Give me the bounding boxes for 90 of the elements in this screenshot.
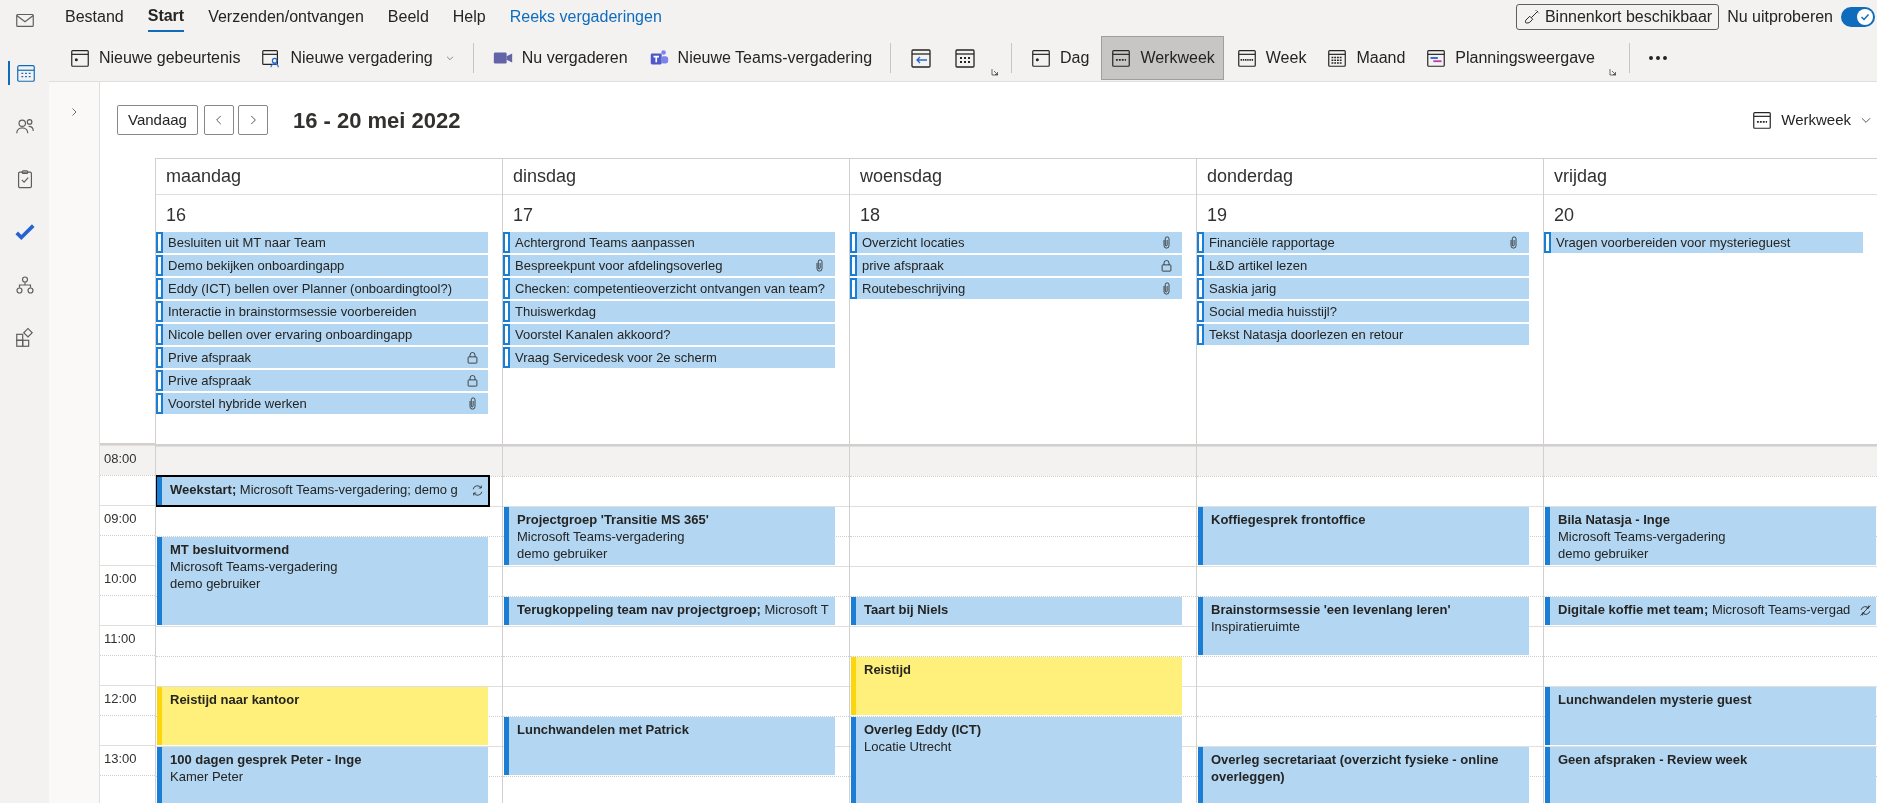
day-number: 16 bbox=[165, 204, 188, 227]
checkmark-icon bbox=[1859, 11, 1871, 23]
all-day-event[interactable]: Nicole bellen over ervaring onboardingapp bbox=[156, 324, 488, 345]
view-button[interactable]: Dag bbox=[1022, 35, 1098, 80]
ribbon-button[interactable]: Nieuwe gebeurtenis bbox=[61, 35, 249, 80]
ribbon-button[interactable]: Nieuwe vergadering bbox=[252, 35, 463, 80]
ribbon-button[interactable]: Nieuwe Teams-vergadering bbox=[639, 35, 881, 80]
day-name: dinsdag bbox=[503, 159, 849, 195]
all-day-event[interactable]: Interactie in brainstormsessie voorbereiden bbox=[156, 301, 488, 322]
all-day-event[interactable]: Prive afspraak bbox=[156, 370, 488, 391]
calendar-event[interactable]: Terugkoppeling team nav projectgroep; Microsoft T bbox=[504, 597, 835, 625]
calendar-event[interactable]: Geen afspraken - Review week bbox=[1545, 747, 1876, 803]
all-day-event[interactable]: Thuiswerkdag bbox=[503, 301, 835, 322]
toggle-label: Nu uitproberen bbox=[1727, 7, 1833, 27]
calendar-icon bbox=[14, 62, 37, 84]
all-day-event[interactable]: Checken: competentieoverzicht ontvangen van team? bbox=[503, 278, 835, 299]
all-day-event[interactable]: Financiële rapportage bbox=[1197, 232, 1529, 253]
menu-tab[interactable]: Start bbox=[147, 2, 185, 32]
menu-tab[interactable]: Beeld bbox=[387, 2, 429, 32]
time-label: 11:00 bbox=[104, 630, 136, 648]
calendar-event[interactable]: Weekstart; Microsoft Teams-vergadering; demo g bbox=[157, 477, 488, 505]
all-day-event[interactable]: Routebeschrijving bbox=[850, 278, 1182, 299]
all-day-event[interactable]: Saskia jarig bbox=[1197, 278, 1529, 299]
all-day-event[interactable]: Prive afspraak bbox=[156, 347, 488, 368]
calendar-event[interactable]: Bila Natasja - Inge Microsoft Teams-vergadering demo gebruiker bbox=[1545, 507, 1876, 565]
day-name: donderdag bbox=[1197, 159, 1543, 195]
calendar-event[interactable]: Reistijd bbox=[851, 657, 1182, 715]
all-day-event[interactable]: L&D artikel lezen bbox=[1197, 255, 1529, 276]
calendar-event[interactable]: Koffiegesprek frontoffice bbox=[1198, 507, 1529, 565]
calendar-event[interactable]: Digitale koffie met team; Microsoft Teams-vergad bbox=[1545, 597, 1876, 625]
all-day-event[interactable]: Eddy (ICT) bellen over Planner (onboardingtool?) bbox=[156, 278, 488, 299]
today-button[interactable]: Vandaag bbox=[117, 105, 198, 135]
all-day-event[interactable]: Bespreekpunt voor afdelingsoverleg bbox=[503, 255, 835, 276]
day-name: woensdag bbox=[850, 159, 1196, 195]
calendar-event[interactable]: Lunchwandelen mysterie guest bbox=[1545, 687, 1876, 745]
view-dropdown[interactable]: Werkweek bbox=[1751, 108, 1873, 132]
all-day-event[interactable]: Besluiten uit MT naar Team bbox=[156, 232, 488, 253]
lock-icon bbox=[465, 350, 480, 365]
day-number: 19 bbox=[1206, 204, 1229, 227]
all-day-event[interactable]: Demo bekijken onboardingapp bbox=[156, 255, 488, 276]
time-label: 10:00 bbox=[104, 570, 137, 588]
recurrence-off-icon bbox=[1858, 603, 1873, 618]
day-number: 20 bbox=[1553, 204, 1576, 227]
calendar-event[interactable]: Overleg Eddy (ICT) Locatie Utrecht bbox=[851, 717, 1182, 803]
brush-icon bbox=[1522, 8, 1541, 26]
next-button[interactable] bbox=[237, 105, 268, 135]
lock-icon bbox=[465, 373, 480, 388]
coming-soon-button[interactable]: Binnenkort beschikbaar bbox=[1515, 4, 1720, 30]
all-day-event[interactable]: Vraag Servicedesk voor 2e scherm bbox=[503, 347, 835, 368]
time-label: 13:00 bbox=[104, 750, 137, 768]
calendar-icon bbox=[1751, 109, 1774, 131]
lock-icon bbox=[1159, 258, 1174, 273]
menu-tab[interactable]: Bestand bbox=[65, 2, 124, 32]
calendar-event[interactable]: Lunchwandelen met Patrick bbox=[504, 717, 835, 775]
ribbon-button[interactable]: Nu vergaderen bbox=[483, 35, 636, 80]
menu-tab[interactable]: Help bbox=[452, 2, 486, 32]
view-button[interactable]: Week bbox=[1227, 35, 1315, 80]
all-day-event[interactable]: Voorstel Kanalen akkoord? bbox=[503, 324, 835, 345]
menu-tab[interactable]: Verzenden/ontvangen bbox=[208, 2, 364, 32]
calendar-event[interactable]: 100 dagen gesprek Peter - Inge Kamer Peter bbox=[157, 747, 488, 803]
calendar-event[interactable]: Overleg secretariaat (overzicht fysieke - online overleggen) bbox=[1198, 747, 1529, 803]
all-day-event[interactable]: prive afspraak bbox=[850, 255, 1182, 276]
day-number: 17 bbox=[512, 204, 535, 227]
calendar-event[interactable]: Reistijd naar kantoor bbox=[157, 687, 488, 745]
date-range: 16 - 20 mei 2022 bbox=[292, 106, 461, 135]
day-number: 18 bbox=[859, 204, 882, 227]
day-name: maandag bbox=[156, 159, 502, 195]
view-button[interactable]: Werkweek bbox=[1101, 35, 1224, 80]
all-day-event[interactable]: Voorstel hybride werken bbox=[156, 393, 488, 414]
day-name: vrijdag bbox=[1544, 159, 1877, 195]
view-button[interactable]: Planningsweergave bbox=[1417, 35, 1603, 80]
apps-icon bbox=[13, 327, 36, 349]
calendar-event[interactable]: Brainstormsessie 'een levenlang leren' Inspiratieruimte bbox=[1198, 597, 1529, 655]
time-label: 12:00 bbox=[104, 690, 137, 708]
all-day-event[interactable]: Social media huisstijl? bbox=[1197, 301, 1529, 322]
hierarchy-icon bbox=[13, 274, 36, 296]
time-label: 08:00 bbox=[104, 450, 137, 468]
calendar-event[interactable]: Projectgroep 'Transitie MS 365' Microsoft Teams-vergadering demo gebruiker bbox=[504, 507, 835, 565]
menu-tab[interactable]: Reeks vergaderingen bbox=[509, 2, 662, 32]
time-label: 09:00 bbox=[104, 510, 137, 528]
toggle-switch[interactable] bbox=[1841, 7, 1875, 27]
recurring-icon bbox=[470, 483, 485, 498]
view-button[interactable]: Maand bbox=[1318, 35, 1414, 80]
calendar-event[interactable]: Taart bij Niels bbox=[851, 597, 1182, 625]
previous-button[interactable] bbox=[203, 105, 234, 135]
all-day-event[interactable]: Overzicht locaties bbox=[850, 232, 1182, 253]
calendar-event[interactable]: MT besluitvormend Microsoft Teams-vergadering demo gebruiker bbox=[157, 537, 488, 625]
all-day-event[interactable]: Vragen voorbereiden voor mysterieguest bbox=[1544, 232, 1863, 253]
all-day-event[interactable]: Achtergrond Teams aanpassen bbox=[503, 232, 835, 253]
all-day-event[interactable]: Tekst Natasja doorlezen en retour bbox=[1197, 324, 1529, 345]
